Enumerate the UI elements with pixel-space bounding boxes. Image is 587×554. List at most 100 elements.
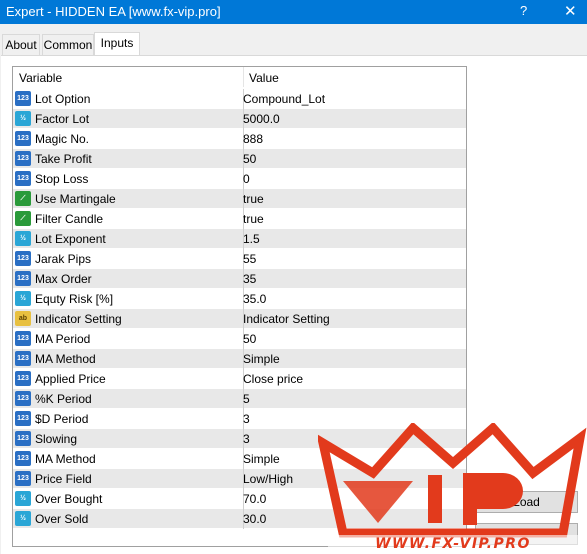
tab-inputs[interactable]: Inputs (94, 32, 140, 56)
table-row[interactable]: 123 MA Method Simple (13, 349, 466, 369)
double-type-icon: ½ (15, 491, 31, 506)
close-button[interactable]: ✕ (564, 2, 577, 20)
integer-type-icon: 123 (15, 171, 31, 186)
integer-type-icon: 123 (15, 451, 31, 466)
double-type-icon: ½ (15, 511, 31, 526)
integer-type-icon: 123 (15, 131, 31, 146)
variable-value[interactable]: 50 (243, 152, 256, 166)
table-row[interactable]: 123 Lot Option Compound_Lot (13, 89, 466, 109)
variable-name: Max Order (35, 272, 92, 286)
table-header: Variable Value (13, 67, 466, 87)
variable-name: $D Period (35, 412, 89, 426)
variable-name: %K Period (35, 392, 92, 406)
table-row[interactable]: 123 Price Field Low/High (13, 469, 466, 489)
table-row[interactable]: ⟋ Use Martingale true (13, 189, 466, 209)
tab-common[interactable]: Common (42, 34, 94, 55)
tab-bar: About Common Inputs (0, 24, 587, 56)
variable-name: Magic No. (35, 132, 90, 146)
table-row[interactable]: 123 MA Period 50 (13, 329, 466, 349)
variable-value[interactable]: 30.0 (243, 512, 266, 526)
boolean-type-icon: ⟋ (15, 211, 31, 226)
variable-value[interactable]: 1.5 (243, 232, 260, 246)
column-divider[interactable] (243, 67, 244, 87)
variable-name: Indicator Setting (35, 312, 122, 326)
variable-value[interactable]: 3 (243, 412, 250, 426)
integer-type-icon: 123 (15, 91, 31, 106)
string-type-icon: ab (15, 311, 31, 326)
integer-type-icon: 123 (15, 431, 31, 446)
variable-name: Use Martingale (35, 192, 116, 206)
variable-name: Jarak Pips (35, 252, 92, 266)
variable-name: Applied Price (35, 372, 106, 386)
integer-type-icon: 123 (15, 351, 31, 366)
table-row[interactable]: 123 Magic No. 888 (13, 129, 466, 149)
variable-name: Factor Lot (35, 112, 90, 126)
variable-value[interactable]: 50 (243, 332, 256, 346)
window-titlebar: Expert - HIDDEN EA [www.fx-vip.pro] ? ✕ (0, 0, 587, 24)
variable-value[interactable]: 70.0 (243, 492, 266, 506)
variable-value[interactable]: 5000.0 (243, 112, 280, 126)
save-button[interactable] (475, 523, 578, 545)
table-row[interactable]: 123 MA Method Simple (13, 449, 466, 469)
table-row[interactable]: 123 Stop Loss 0 (13, 169, 466, 189)
table-row[interactable]: 123 Max Order 35 (13, 269, 466, 289)
double-type-icon: ½ (15, 231, 31, 246)
variable-value[interactable]: true (243, 212, 264, 226)
variable-name: MA Period (35, 332, 91, 346)
variable-value[interactable]: Simple (243, 352, 280, 366)
variable-name: Over Sold (35, 512, 89, 526)
variable-value[interactable]: 888 (243, 132, 263, 146)
table-row[interactable]: 123 Jarak Pips 55 (13, 249, 466, 269)
column-header-variable[interactable]: Variable (19, 71, 62, 85)
table-row[interactable]: 123 $D Period 3 (13, 409, 466, 429)
integer-type-icon: 123 (15, 251, 31, 266)
variable-name: Lot Option (35, 92, 91, 106)
table-row[interactable]: 123 Slowing 3 (13, 429, 466, 449)
double-type-icon: ½ (15, 291, 31, 306)
tab-about[interactable]: About (2, 34, 40, 55)
variable-value[interactable]: true (243, 192, 264, 206)
table-row[interactable]: ½ Equty Risk [%] 35.0 (13, 289, 466, 309)
help-button[interactable]: ? (520, 3, 527, 18)
variable-name: Stop Loss (35, 172, 89, 186)
integer-type-icon: 123 (15, 331, 31, 346)
variable-name: MA Method (35, 452, 96, 466)
variable-value[interactable]: 35.0 (243, 292, 266, 306)
table-row[interactable]: ⟋ Filter Candle true (13, 209, 466, 229)
column-header-value[interactable]: Value (249, 71, 279, 85)
table-body: 123 Lot Option Compound_Lot ½ Factor Lot 5000… (13, 89, 466, 529)
load-button[interactable]: Load (475, 491, 578, 513)
variable-value[interactable]: Close price (243, 372, 303, 386)
variable-value[interactable]: Compound_Lot (243, 92, 325, 106)
table-row[interactable]: ½ Factor Lot 5000.0 (13, 109, 466, 129)
table-row[interactable]: ½ Over Bought 70.0 (13, 489, 466, 509)
variable-value[interactable]: 3 (243, 432, 250, 446)
table-row[interactable]: 123 %K Period 5 (13, 389, 466, 409)
table-row[interactable]: 123 Applied Price Close price (13, 369, 466, 389)
variable-name: Take Profit (35, 152, 92, 166)
table-row[interactable]: ab Indicator Setting Indicator Setting (13, 309, 466, 329)
variable-value[interactable]: 5 (243, 392, 250, 406)
table-row[interactable]: 123 Take Profit 50 (13, 149, 466, 169)
table-row[interactable]: ½ Over Sold 30.0 (13, 509, 466, 529)
variable-value[interactable]: Indicator Setting (243, 312, 330, 326)
integer-type-icon: 123 (15, 411, 31, 426)
variable-value[interactable]: 35 (243, 272, 256, 286)
variable-value[interactable]: Simple (243, 452, 280, 466)
variable-value[interactable]: Low/High (243, 472, 293, 486)
variable-name: Slowing (35, 432, 78, 446)
variable-name: Over Bought (35, 492, 103, 506)
double-type-icon: ½ (15, 111, 31, 126)
window-title: Expert - HIDDEN EA [www.fx-vip.pro] (6, 4, 221, 19)
variable-value[interactable]: 0 (243, 172, 250, 186)
inputs-table: Variable Value 123 Lot Option Compound_Lot… (12, 66, 467, 547)
integer-type-icon: 123 (15, 271, 31, 286)
integer-type-icon: 123 (15, 471, 31, 486)
integer-type-icon: 123 (15, 151, 31, 166)
table-row[interactable]: ½ Lot Exponent 1.5 (13, 229, 466, 249)
integer-type-icon: 123 (15, 371, 31, 386)
variable-name: Lot Exponent (35, 232, 106, 246)
variable-name: Equty Risk [%] (35, 292, 114, 306)
variable-value[interactable]: 55 (243, 252, 256, 266)
integer-type-icon: 123 (15, 391, 31, 406)
